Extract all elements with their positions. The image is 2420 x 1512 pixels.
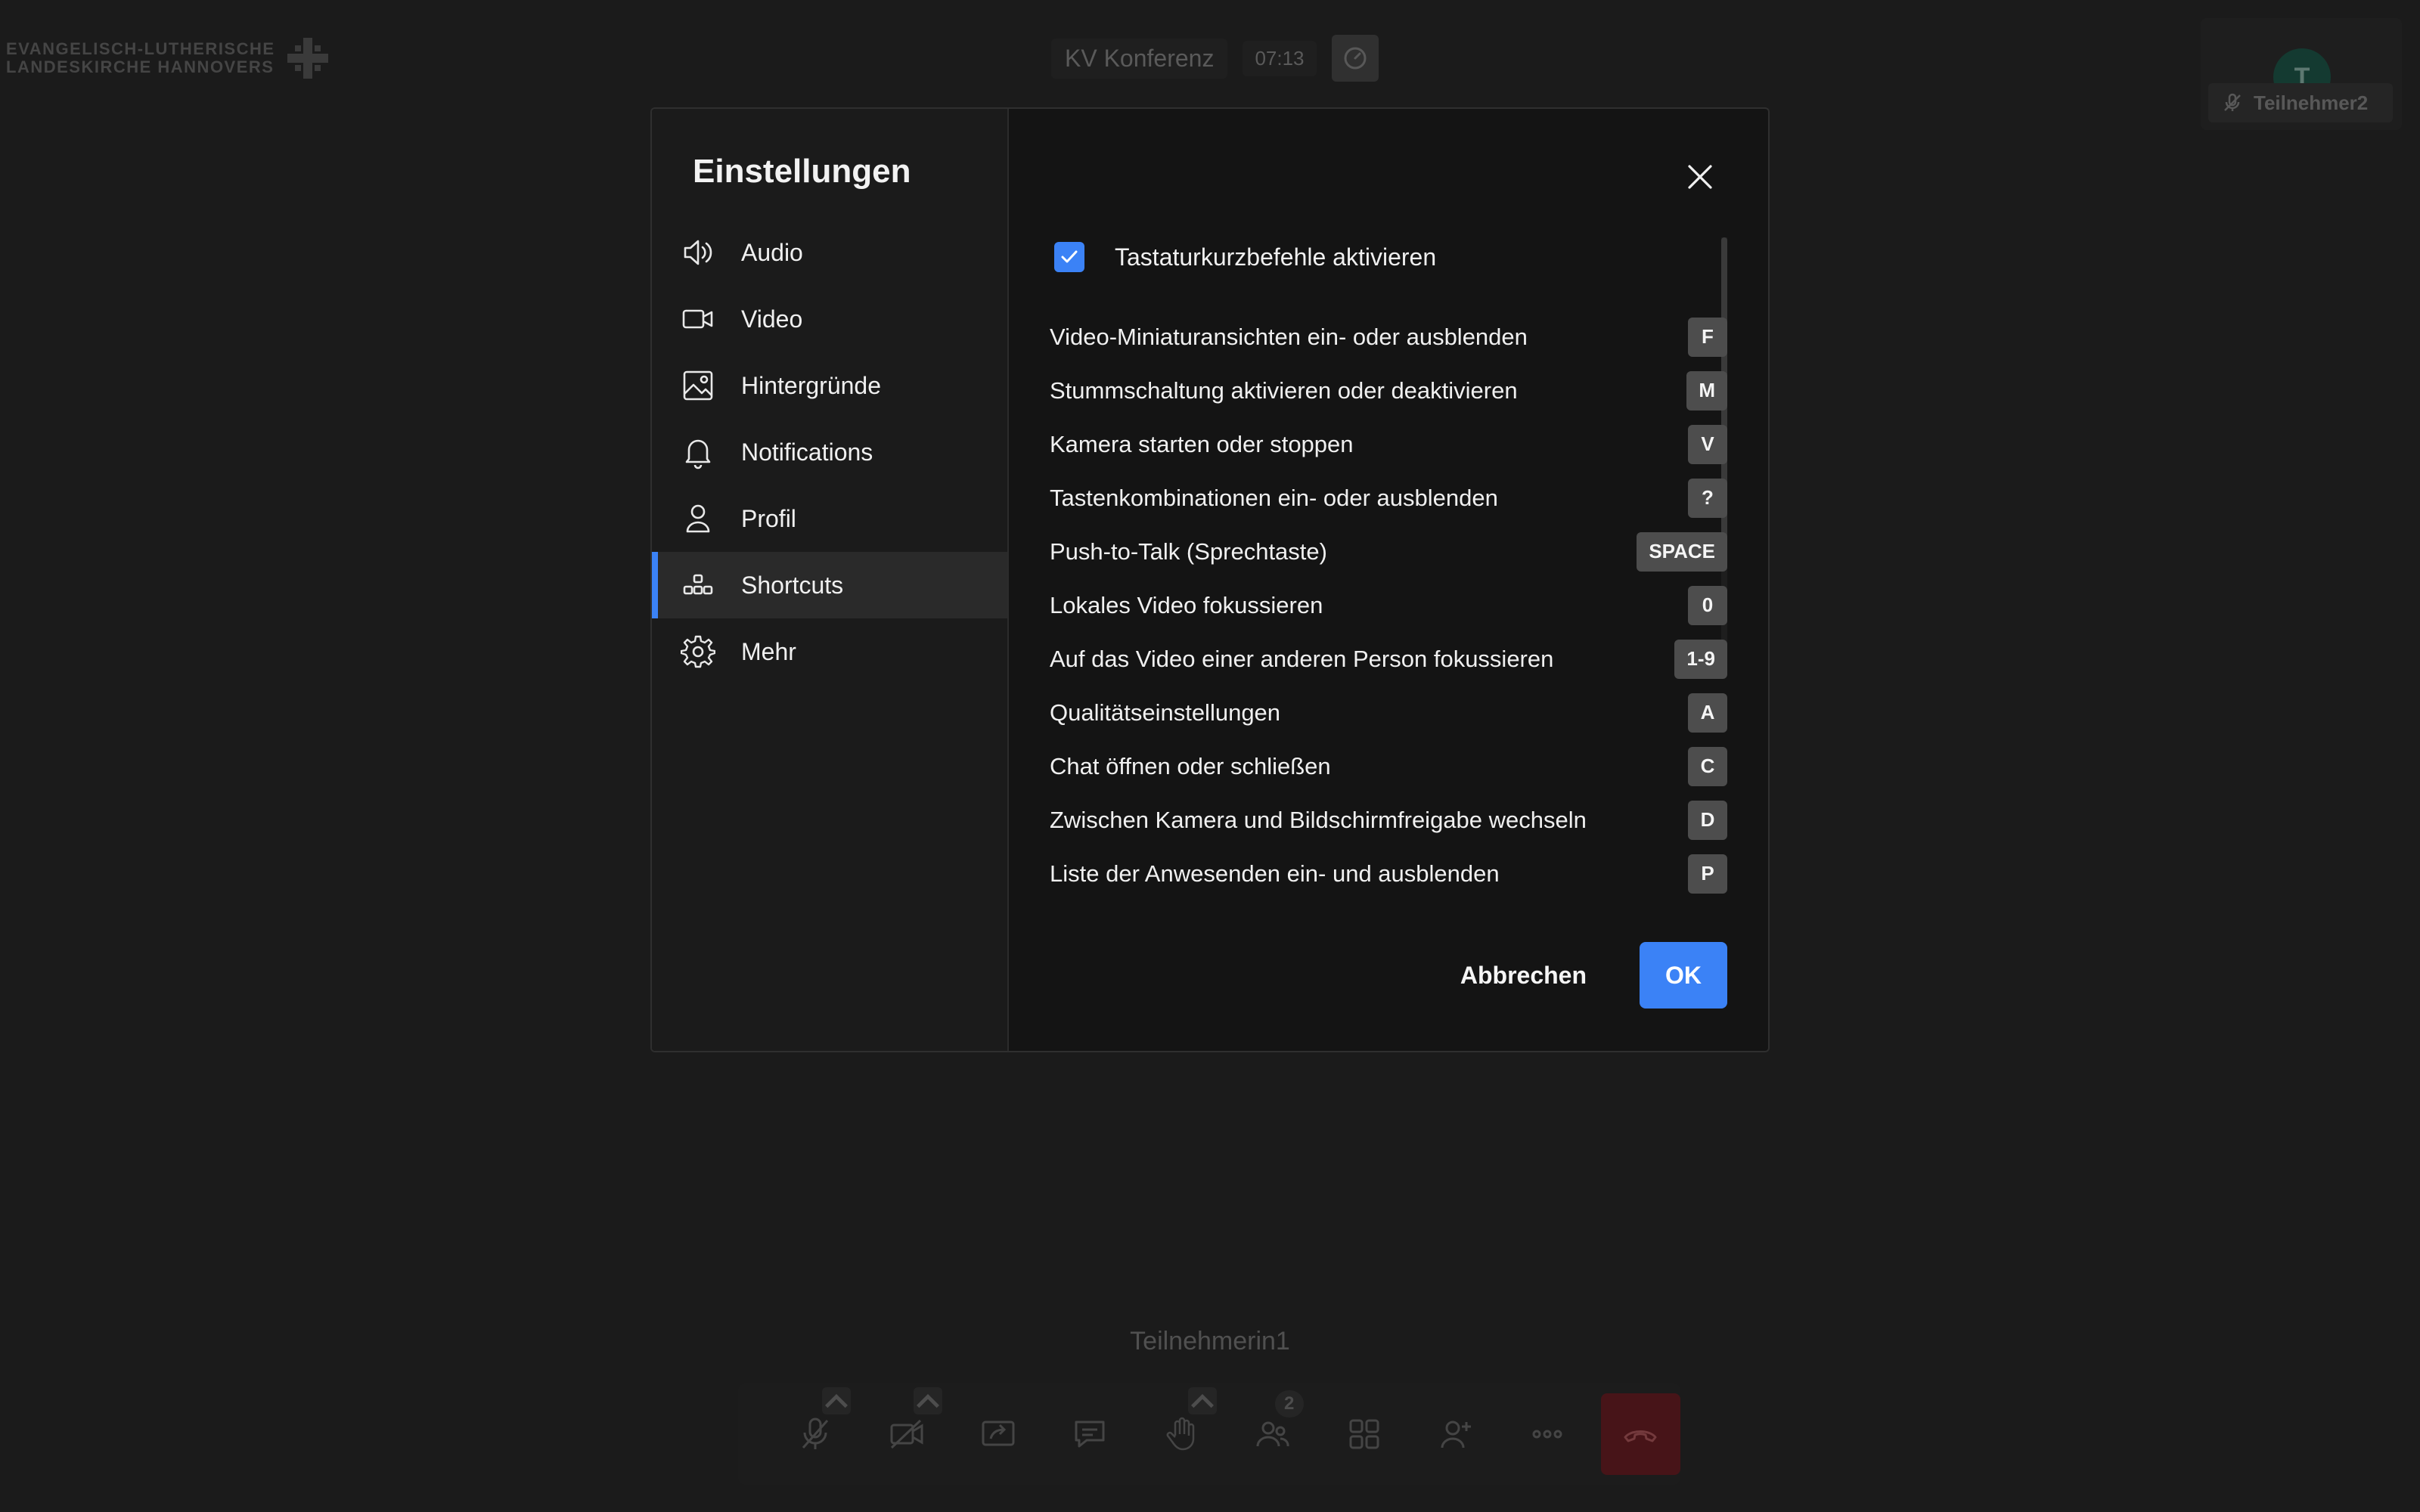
shortcut-label: Lokales Video fokussieren bbox=[1050, 591, 1323, 618]
enable-shortcuts-checkbox[interactable] bbox=[1054, 242, 1084, 272]
shortcut-label: Tastenkombinationen ein- oder ausblenden bbox=[1050, 484, 1498, 511]
shortcut-key: D bbox=[1688, 800, 1727, 840]
shortcut-row: Auf das Video einer anderen Person fokus… bbox=[1050, 632, 1727, 686]
shortcut-key: 0 bbox=[1688, 585, 1727, 625]
shortcut-row: Kamera starten oder stoppen V bbox=[1050, 417, 1727, 471]
close-icon bbox=[1688, 165, 1712, 189]
shortcut-label: Chat öffnen oder schließen bbox=[1050, 752, 1331, 779]
bell-icon bbox=[685, 439, 711, 469]
close-button[interactable] bbox=[1679, 156, 1721, 198]
shortcut-key: SPACE bbox=[1637, 531, 1727, 572]
sidebar-item-label: Mehr bbox=[741, 637, 796, 665]
shortcut-row: Qualitätseinstellungen A bbox=[1050, 686, 1727, 739]
video-camera-icon bbox=[682, 309, 713, 329]
sidebar-item-label: Audio bbox=[741, 238, 803, 266]
shortcut-key: C bbox=[1688, 746, 1727, 786]
shortcut-label: Liste der Anwesenden ein- und ausblenden bbox=[1050, 860, 1500, 887]
sidebar-item-profile[interactable]: Profil bbox=[652, 485, 1007, 552]
sidebar-item-shortcuts[interactable]: Shortcuts bbox=[652, 552, 1007, 618]
shortcut-row: Video-Miniaturansichten ein- oder ausble… bbox=[1050, 310, 1727, 364]
shortcut-key: ? bbox=[1688, 478, 1727, 518]
dialog-actions: Abbrechen OK bbox=[1460, 942, 1727, 1009]
user-icon bbox=[686, 504, 710, 533]
shortcut-key: A bbox=[1688, 692, 1727, 733]
cancel-button[interactable]: Abbrechen bbox=[1460, 962, 1587, 990]
sidebar-item-label: Notifications bbox=[741, 438, 873, 466]
shortcut-row: Stummschaltung aktivieren oder deaktivie… bbox=[1050, 364, 1727, 417]
shortcut-row: Push-to-Talk (Sprechtaste) SPACE bbox=[1050, 525, 1727, 578]
sidebar-item-video[interactable]: Video bbox=[652, 286, 1007, 352]
gear-icon bbox=[681, 635, 715, 668]
sidebar-item-audio[interactable]: Audio bbox=[652, 219, 1007, 286]
shortcut-key: M bbox=[1686, 370, 1727, 411]
shortcut-list: Video-Miniaturansichten ein- oder ausble… bbox=[1050, 310, 1727, 900]
sidebar-item-notifications[interactable]: Notifications bbox=[652, 419, 1007, 485]
shortcut-row: Chat öffnen oder schließen C bbox=[1050, 739, 1727, 793]
enable-shortcuts-row: Tastaturkurzbefehle aktivieren bbox=[1054, 242, 1436, 272]
shortcut-key: F bbox=[1688, 317, 1727, 357]
shortcut-label: Push-to-Talk (Sprechtaste) bbox=[1050, 538, 1327, 565]
enable-shortcuts-label: Tastaturkurzbefehle aktivieren bbox=[1115, 243, 1437, 271]
settings-sidebar: Einstellungen Audio Video Hintergründe N… bbox=[652, 109, 1009, 1051]
sidebar-item-label: Video bbox=[741, 305, 803, 333]
ok-button[interactable]: OK bbox=[1640, 942, 1727, 1009]
shortcut-label: Stummschaltung aktivieren oder deaktivie… bbox=[1050, 376, 1518, 404]
shortcut-key: 1-9 bbox=[1674, 639, 1727, 679]
shortcut-label: Video-Miniaturansichten ein- oder ausble… bbox=[1050, 323, 1528, 350]
sidebar-item-more[interactable]: Mehr bbox=[652, 618, 1007, 685]
speaker-icon bbox=[684, 240, 712, 265]
shortcut-row: Zwischen Kamera und Bildschirmfreigabe w… bbox=[1050, 793, 1727, 847]
shortcut-row: Lokales Video fokussieren 0 bbox=[1050, 578, 1727, 632]
settings-content: Tastaturkurzbefehle aktivieren Video-Min… bbox=[1009, 109, 1768, 1051]
shortcut-key: V bbox=[1688, 424, 1727, 464]
shortcut-label: Kamera starten oder stoppen bbox=[1050, 430, 1354, 457]
shortcut-row: Liste der Anwesenden ein- und ausblenden… bbox=[1050, 847, 1727, 900]
shortcuts-icon bbox=[683, 574, 713, 595]
sidebar-item-backgrounds[interactable]: Hintergründe bbox=[652, 352, 1007, 419]
settings-dialog: Einstellungen Audio Video Hintergründe N… bbox=[650, 107, 1770, 1052]
shortcut-row: Tastenkombinationen ein- oder ausblenden… bbox=[1050, 471, 1727, 525]
image-icon bbox=[683, 370, 713, 401]
dialog-title: Einstellungen bbox=[693, 153, 911, 190]
checkmark-icon bbox=[1061, 250, 1078, 263]
shortcut-label: Auf das Video einer anderen Person fokus… bbox=[1050, 645, 1554, 672]
shortcut-key: P bbox=[1688, 854, 1727, 894]
shortcut-label: Qualitätseinstellungen bbox=[1050, 699, 1281, 726]
sidebar-item-label: Shortcuts bbox=[741, 571, 844, 599]
sidebar-item-label: Profil bbox=[741, 504, 796, 532]
sidebar-item-label: Hintergründe bbox=[741, 371, 881, 399]
shortcut-label: Zwischen Kamera und Bildschirmfreigabe w… bbox=[1050, 806, 1587, 833]
